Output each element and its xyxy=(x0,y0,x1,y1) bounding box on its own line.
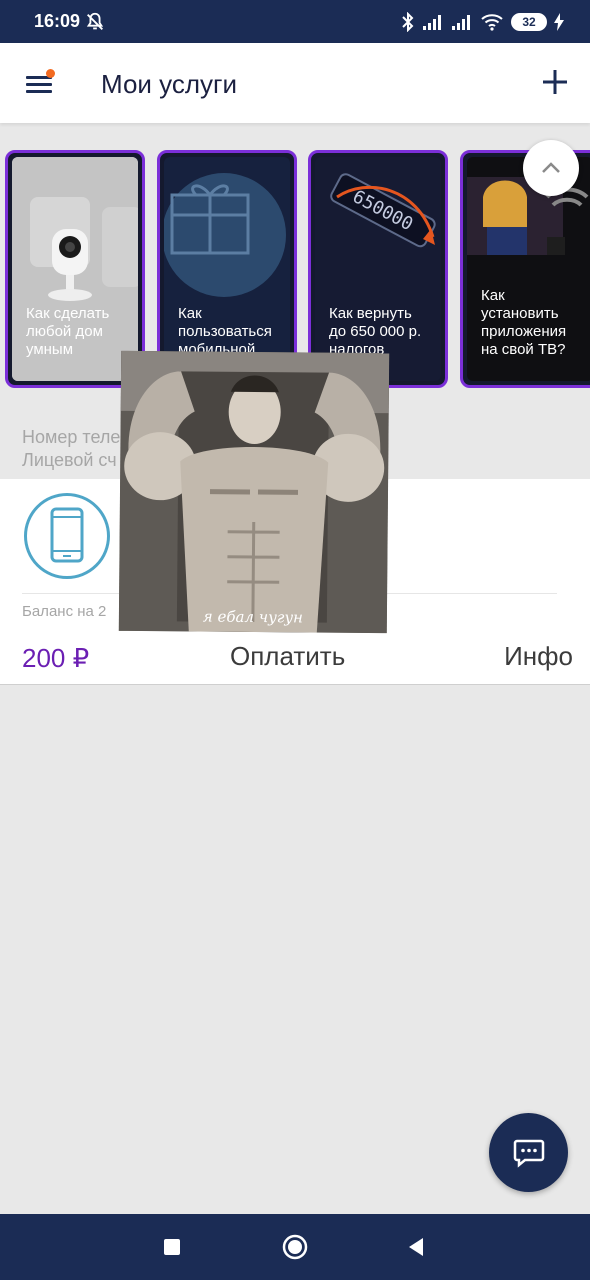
status-time: 16:09 xyxy=(34,11,81,31)
scroll-up-button[interactable] xyxy=(523,140,579,196)
smartphone-icon xyxy=(50,507,84,563)
wifi-icon xyxy=(481,14,503,31)
chat-icon xyxy=(513,1139,544,1168)
signal-icon-2 xyxy=(452,15,470,30)
bluetooth-icon xyxy=(402,12,414,32)
status-bar: 16:09 32 xyxy=(0,0,590,43)
balance-label: Баланс на 2 xyxy=(22,603,107,620)
phone-number-label: Номер теле xyxy=(22,427,121,447)
account-info: Номер теле Лицевой сч xyxy=(22,426,120,472)
chat-button[interactable] xyxy=(489,1113,568,1192)
battery-indicator: 32 xyxy=(511,13,547,31)
story-card-text: Как сделать любой дом умным xyxy=(26,305,110,358)
story-card-text: Как установить приложения на свой ТВ? xyxy=(481,287,567,358)
meme-caption: я ебал чугун xyxy=(202,607,304,627)
bodybuilder-photo xyxy=(118,350,390,634)
phone-service-icon xyxy=(24,493,110,579)
story-card-text: Как вернуть до 650 000 р. налогов xyxy=(329,305,422,358)
recents-button[interactable] xyxy=(157,1232,187,1262)
triangle-back-icon xyxy=(409,1238,423,1256)
info-button[interactable]: Инфо xyxy=(504,641,573,672)
balance-amount: 200 ₽ xyxy=(22,643,90,673)
circle-icon xyxy=(282,1234,308,1260)
page-title: Мои услуги xyxy=(101,69,238,99)
system-nav-bar xyxy=(0,1214,590,1280)
pay-button[interactable]: Оплатить xyxy=(230,641,345,672)
square-icon xyxy=(164,1239,180,1255)
charging-icon xyxy=(554,13,564,31)
home-button[interactable] xyxy=(280,1232,310,1262)
app-bar: Мои услуги xyxy=(0,43,590,123)
notification-dot xyxy=(46,69,55,78)
meme-sticker: я ебал чугун xyxy=(118,350,390,634)
back-button[interactable] xyxy=(401,1232,431,1262)
add-icon[interactable] xyxy=(542,69,568,95)
bell-muted-icon xyxy=(86,12,104,30)
chevron-up-icon xyxy=(542,162,560,173)
account-number-label: Лицевой сч xyxy=(22,450,117,470)
signal-icon xyxy=(423,15,441,30)
